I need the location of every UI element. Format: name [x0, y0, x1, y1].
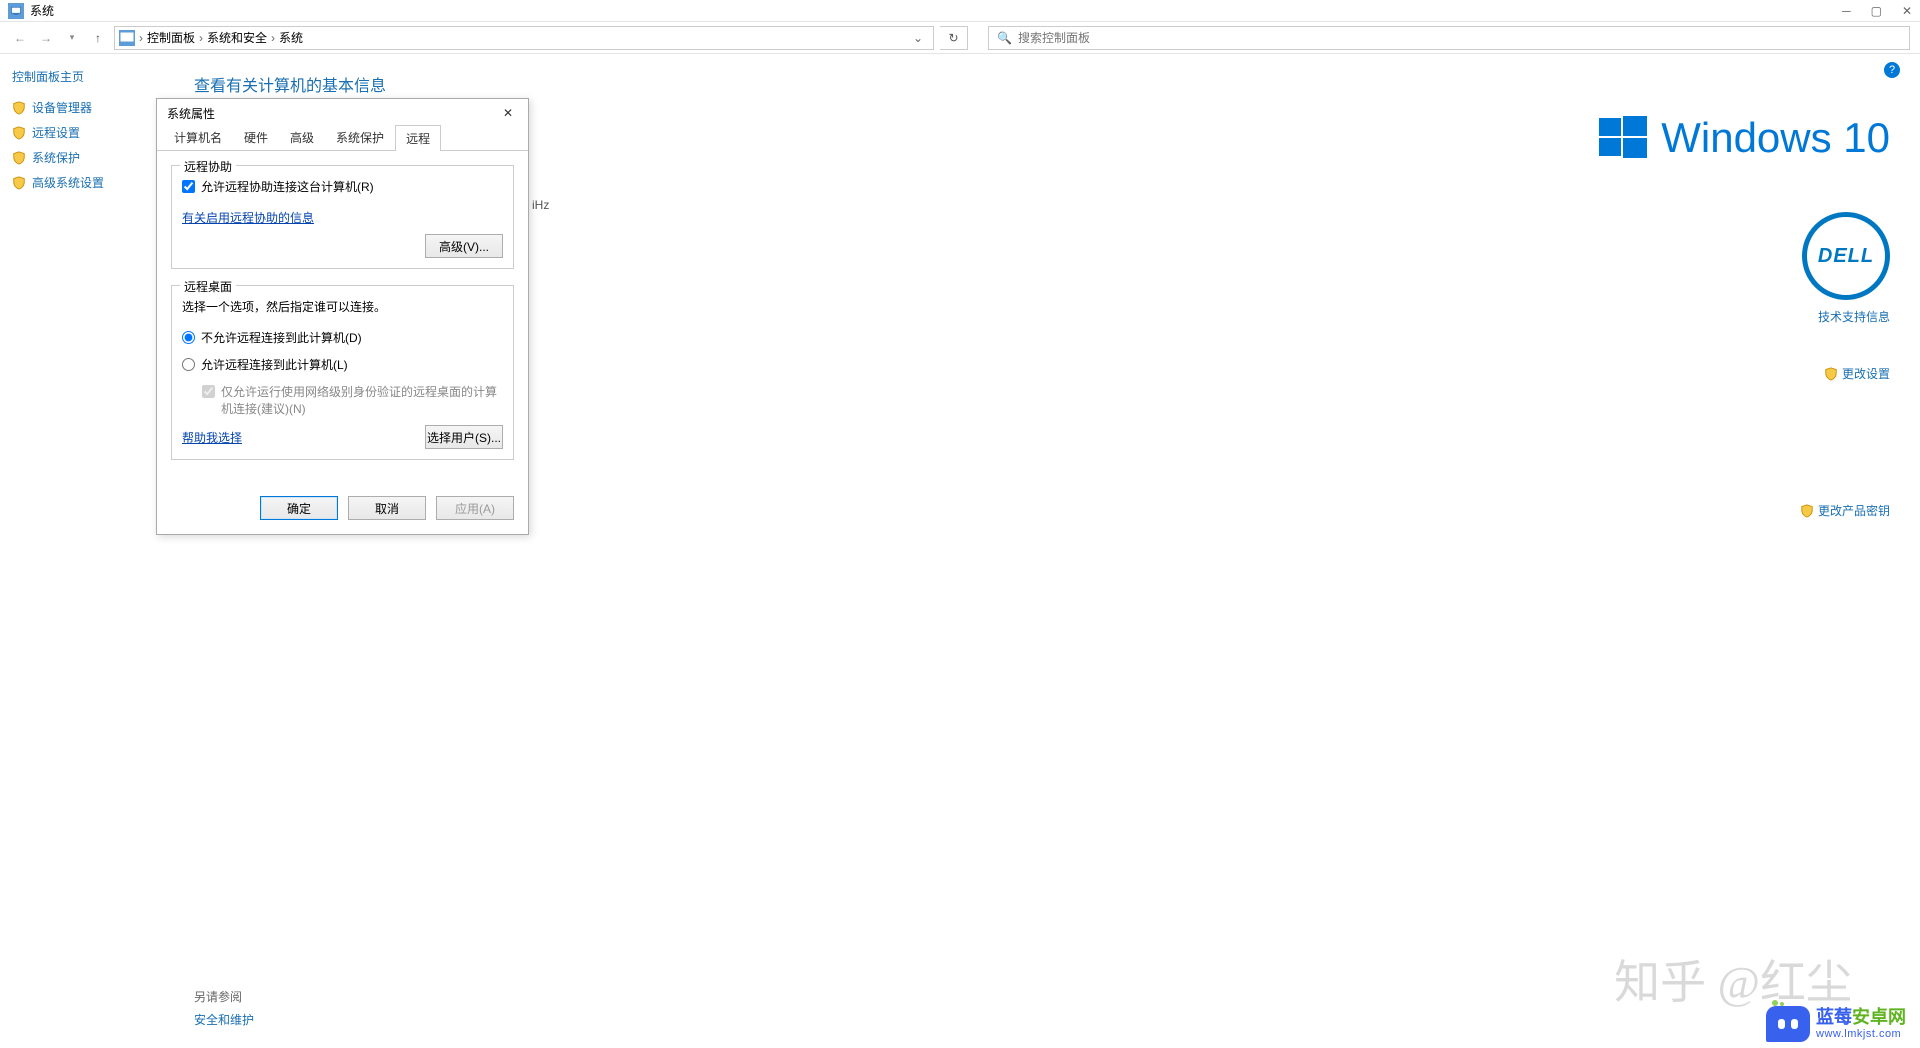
search-box[interactable]: 🔍 [988, 26, 1910, 50]
remote-assistance-info-link[interactable]: 有关启用远程协助的信息 [182, 211, 314, 225]
windows-brand: Windows 10 [1570, 114, 1890, 162]
sidebar-item-advanced-settings[interactable]: 高级系统设置 [12, 174, 158, 191]
tab-system-protection[interactable]: 系统保护 [325, 124, 395, 150]
cancel-button[interactable]: 取消 [348, 496, 426, 520]
deny-remote-row[interactable]: 不允许远程连接到此计算机(D) [182, 329, 503, 346]
breadcrumb-item[interactable]: 系统和安全 [207, 29, 267, 46]
sidebar-item-label: 系统保护 [32, 149, 80, 166]
see-also-section: 另请参阅 安全和维护 [194, 988, 254, 1028]
chevron-right-icon: › [199, 31, 203, 45]
shield-icon [12, 176, 26, 190]
nav-forward-icon[interactable]: → [36, 31, 56, 45]
dialog-tabs: 计算机名 硬件 高级 系统保护 远程 [157, 127, 528, 151]
allow-remote-assistance-label: 允许远程协助连接这台计算机(R) [201, 178, 374, 195]
change-settings-link[interactable]: 更改设置 [1570, 365, 1890, 382]
refresh-button[interactable]: ↻ [940, 26, 968, 50]
nla-row: 仅允许运行使用网络级别身份验证的远程桌面的计算机连接(建议)(N) [202, 383, 503, 417]
tab-hardware[interactable]: 硬件 [233, 124, 279, 150]
chevron-right-icon: › [271, 31, 275, 45]
sidebar-item-label: 设备管理器 [32, 99, 92, 116]
minimize-button[interactable]: ─ [1842, 4, 1851, 18]
remote-assistance-group: 远程协助 允许远程协助连接这台计算机(R) 有关启用远程协助的信息 高级(V).… [171, 165, 514, 269]
nla-checkbox [202, 385, 215, 398]
nav-recent-icon[interactable]: ▾ [62, 32, 82, 43]
maximize-button[interactable]: ▢ [1871, 4, 1882, 18]
breadcrumb-icon [119, 30, 135, 46]
help-me-choose-link[interactable]: 帮助我选择 [182, 429, 242, 446]
search-icon: 🔍 [997, 31, 1012, 45]
deny-remote-label: 不允许远程连接到此计算机(D) [201, 329, 362, 346]
select-users-button[interactable]: 选择用户(S)... [425, 425, 503, 449]
dialog-close-button[interactable]: ✕ [498, 106, 518, 120]
sidebar-item-remote-settings[interactable]: 远程设置 [12, 124, 158, 141]
change-settings-label: 更改设置 [1842, 365, 1890, 382]
nav-back-icon[interactable]: ← [10, 31, 30, 45]
ok-button[interactable]: 确定 [260, 496, 338, 520]
dialog-button-row: 确定 取消 应用(A) [157, 486, 528, 534]
windows-brand-text: Windows 10 [1661, 114, 1890, 162]
remote-assistance-legend: 远程协助 [180, 158, 236, 175]
sidebar-item-system-protection[interactable]: 系统保护 [12, 149, 158, 166]
dialog-title: 系统属性 [167, 105, 215, 122]
dialog-titlebar: 系统属性 ✕ [157, 99, 528, 127]
sidebar-home-link[interactable]: 控制面板主页 [12, 68, 158, 85]
shield-icon [12, 101, 26, 115]
allow-remote-assistance-checkbox[interactable] [182, 180, 195, 193]
sidebar-item-label: 远程设置 [32, 124, 80, 141]
watermark-zhihu: 知乎 @红尘 [1614, 946, 1852, 1012]
allow-remote-label: 允许远程连接到此计算机(L) [201, 356, 348, 373]
search-input[interactable] [1018, 31, 1901, 45]
chevron-right-icon: › [139, 31, 143, 45]
lanmei-url: www.lmkjst.com [1816, 1028, 1906, 1040]
shield-icon [1800, 504, 1814, 518]
security-maintenance-link[interactable]: 安全和维护 [194, 1011, 254, 1028]
windows-logo-icon [1599, 114, 1647, 162]
lanmei-logo-icon [1766, 1006, 1810, 1042]
nav-up-icon[interactable]: ↑ [88, 31, 108, 45]
breadcrumb-dropdown-icon[interactable]: ⌄ [907, 31, 929, 45]
remote-desktop-desc: 选择一个选项，然后指定谁可以连接。 [182, 298, 503, 315]
shield-icon [1824, 367, 1838, 381]
allow-remote-radio[interactable] [182, 358, 195, 371]
remote-desktop-group: 远程桌面 选择一个选项，然后指定谁可以连接。 不允许远程连接到此计算机(D) 允… [171, 285, 514, 460]
allow-remote-assistance-row[interactable]: 允许远程协助连接这台计算机(R) [182, 178, 503, 195]
see-also-header: 另请参阅 [194, 988, 254, 1005]
change-product-key-link[interactable]: 更改产品密钥 [1570, 502, 1890, 519]
tech-support-link[interactable]: 技术支持信息 [1570, 308, 1890, 325]
change-product-key-label: 更改产品密钥 [1818, 502, 1890, 519]
sidebar-item-device-manager[interactable]: 设备管理器 [12, 99, 158, 116]
nla-label: 仅允许运行使用网络级别身份验证的远程桌面的计算机连接(建议)(N) [221, 383, 503, 417]
sidebar-item-label: 高级系统设置 [32, 174, 104, 191]
watermark-lanmei: 蓝莓安卓网 www.lmkjst.com [1766, 1006, 1906, 1042]
breadcrumb-item[interactable]: 控制面板 [147, 29, 195, 46]
shield-icon [12, 126, 26, 140]
breadcrumb[interactable]: › 控制面板 › 系统和安全 › 系统 ⌄ [114, 26, 934, 50]
close-button[interactable]: ✕ [1902, 4, 1912, 18]
window-titlebar: 系统 ─ ▢ ✕ [0, 0, 1920, 22]
tab-advanced[interactable]: 高级 [279, 124, 325, 150]
system-icon [8, 3, 24, 19]
allow-remote-row[interactable]: 允许远程连接到此计算机(L) [182, 356, 503, 373]
lanmei-name: 蓝莓安卓网 [1816, 1008, 1906, 1028]
navbar: ← → ▾ ↑ › 控制面板 › 系统和安全 › 系统 ⌄ ↻ 🔍 [0, 22, 1920, 54]
deny-remote-radio[interactable] [182, 331, 195, 344]
dell-logo: DELL [1802, 212, 1890, 300]
tab-computer-name[interactable]: 计算机名 [163, 124, 233, 150]
sidebar: 控制面板主页 设备管理器 远程设置 系统保护 高级系统设置 [0, 54, 170, 1048]
apply-button[interactable]: 应用(A) [436, 496, 514, 520]
cpu-info-partial: iHz [532, 198, 549, 212]
shield-icon [12, 151, 26, 165]
remote-desktop-legend: 远程桌面 [180, 278, 236, 295]
system-properties-dialog: 系统属性 ✕ 计算机名 硬件 高级 系统保护 远程 远程协助 允许远程协助连接这… [156, 98, 529, 535]
tab-remote[interactable]: 远程 [395, 125, 441, 151]
breadcrumb-item[interactable]: 系统 [279, 29, 303, 46]
remote-assistance-advanced-button[interactable]: 高级(V)... [425, 234, 503, 258]
window-title: 系统 [30, 2, 54, 19]
